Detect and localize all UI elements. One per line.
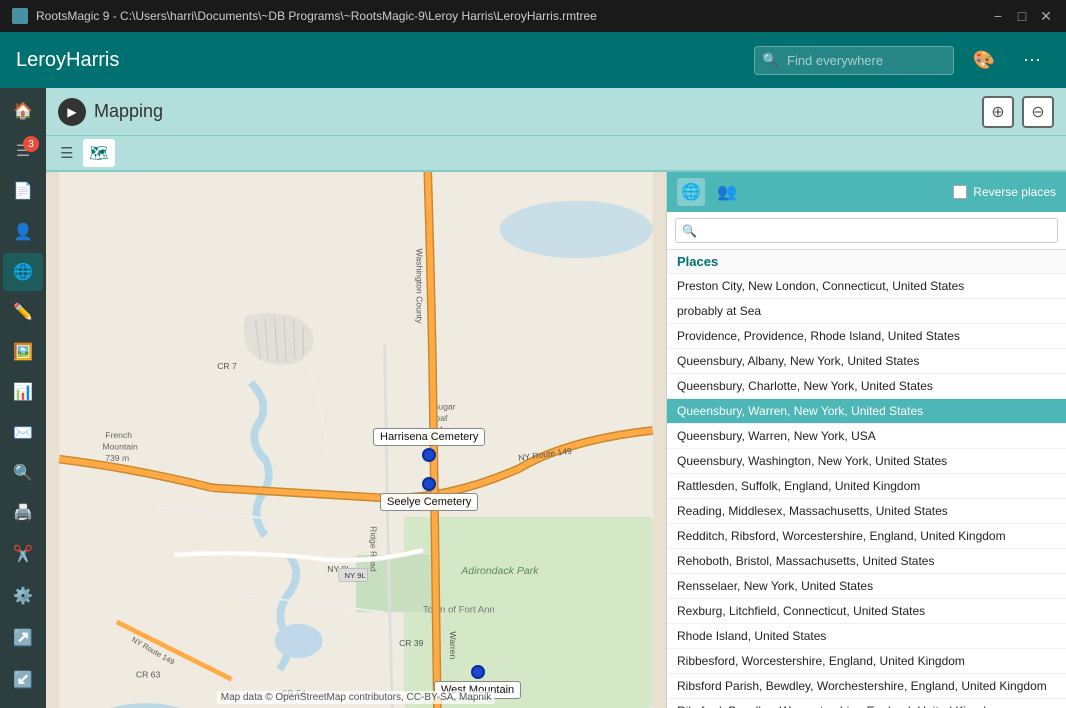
right-panel: 🌐 👥 Reverse places Places xyxy=(666,172,1066,708)
map-attribution: Map data © OpenStreetMap contributors, C… xyxy=(217,691,495,704)
place-item[interactable]: Ribsford, Bewdley, Worcestershire, Engla… xyxy=(667,699,1066,708)
reverse-places-label: Reverse places xyxy=(973,185,1056,199)
minimize-button[interactable]: − xyxy=(990,8,1006,24)
tab-list[interactable]: ☰ xyxy=(54,139,79,167)
sidebar-item-tools[interactable]: ✂️ xyxy=(3,534,43,574)
svg-text:NY 9L: NY 9L xyxy=(345,571,366,580)
svg-text:739 m: 739 m xyxy=(105,453,129,463)
title-bar: RootsMagic 9 - C:\Users\harri\Documents\… xyxy=(0,0,1066,32)
place-item[interactable]: Rensselaer, New York, United States xyxy=(667,574,1066,599)
zoom-in-button[interactable]: ⊕ xyxy=(982,96,1014,128)
place-item[interactable]: Queensbury, Warren, New York, USA xyxy=(667,424,1066,449)
place-item[interactable]: Queensbury, Washington, New York, United… xyxy=(667,449,1066,474)
color-wheel-button[interactable]: 🎨 xyxy=(966,42,1002,78)
list-badge: 3 xyxy=(23,136,39,152)
panel-search xyxy=(667,212,1066,250)
app-title: LeroyHarris xyxy=(16,49,119,72)
marker-harrisena-label: Harrisena Cemetery xyxy=(373,428,485,446)
sidebar-item-sync[interactable]: ↗️ xyxy=(3,618,43,658)
place-item[interactable]: Rattlesden, Suffolk, England, United Kin… xyxy=(667,474,1066,499)
app-icon xyxy=(12,8,28,24)
sidebar-item-search[interactable]: 🔍 xyxy=(3,454,43,492)
svg-text:CR 39: CR 39 xyxy=(399,638,424,648)
sidebar-item-publish[interactable]: ✉️ xyxy=(3,414,43,452)
marker-seelye-label: Seelye Cemetery xyxy=(380,493,478,511)
more-menu-button[interactable]: ⋯ xyxy=(1014,42,1050,78)
sidebar-item-globe[interactable]: 🌐 xyxy=(3,253,43,291)
place-item[interactable]: Providence, Providence, Rhode Island, Un… xyxy=(667,324,1066,349)
title-bar-controls: − □ ✕ xyxy=(990,8,1054,24)
sidebar-item-list[interactable]: ☰ 3 xyxy=(3,132,43,170)
svg-text:CR 63: CR 63 xyxy=(136,669,161,679)
sidebar-item-print[interactable]: 🖨️ xyxy=(3,494,43,532)
people-panel-button[interactable]: 👥 xyxy=(713,178,741,206)
mapping-title: Mapping xyxy=(94,101,163,122)
sidebar-item-document[interactable]: 📄 xyxy=(3,172,43,210)
place-item[interactable]: Ribbesford, Worcestershire, England, Uni… xyxy=(667,649,1066,674)
svg-text:Adirondack Park: Adirondack Park xyxy=(460,565,539,577)
tabs-row: ☰ 🗺 xyxy=(46,136,1066,172)
place-item[interactable]: Rehoboth, Bristol, Massachusetts, United… xyxy=(667,549,1066,574)
sidebar-item-settings[interactable]: ⚙️ xyxy=(3,576,43,616)
place-item[interactable]: Rexburg, Litchfield, Connecticut, United… xyxy=(667,599,1066,624)
place-item[interactable]: Queensbury, Albany, New York, United Sta… xyxy=(667,349,1066,374)
sidebar: 🏠 ☰ 3 📄 👤 🌐 ✏️ 🖼️ 📊 ✉️ 🔍 🖨️ ✂️ ⚙️ ↗️ ↙️ xyxy=(0,88,46,708)
search-icon: 🔍 xyxy=(762,52,778,68)
map-right-split: Adirondack Park Town of Fort Ann French … xyxy=(46,172,1066,708)
play-button[interactable]: ▶ xyxy=(58,98,86,126)
marker-harrisena[interactable]: Harrisena Cemetery xyxy=(373,428,485,462)
global-search-input[interactable] xyxy=(754,46,954,75)
content-area: ▶ Mapping ⊕ ⊖ ☰ 🗺 xyxy=(46,88,1066,708)
svg-text:Ridge Road: Ridge Road xyxy=(368,526,378,572)
mapping-header: ▶ Mapping ⊕ ⊖ xyxy=(46,88,1066,136)
map-canvas: Adirondack Park Town of Fort Ann French … xyxy=(46,172,666,708)
checkbox-box[interactable] xyxy=(953,185,967,199)
maximize-button[interactable]: □ xyxy=(1014,8,1030,24)
place-item[interactable]: probably at Sea xyxy=(667,299,1066,324)
sidebar-item-media[interactable]: 🖼️ xyxy=(3,333,43,371)
panel-search-wrapper xyxy=(675,218,1058,243)
close-button[interactable]: ✕ xyxy=(1038,8,1054,24)
place-item[interactable]: Ribsford Parish, Bewdley, Worchestershir… xyxy=(667,674,1066,699)
zoom-out-button[interactable]: ⊖ xyxy=(1022,96,1054,128)
marker-westmtn-dot xyxy=(471,665,485,679)
sidebar-item-person[interactable]: 👤 xyxy=(3,213,43,251)
marker-harrisena-dot xyxy=(422,448,436,462)
place-item[interactable]: Reading, Middlesex, Massachusetts, Unite… xyxy=(667,499,1066,524)
marker-seelye-dot xyxy=(422,477,436,491)
place-item[interactable]: Rhode Island, United States xyxy=(667,624,1066,649)
app-header: LeroyHarris 🔍 🎨 ⋯ xyxy=(0,32,1066,88)
svg-text:Washington County: Washington County xyxy=(414,249,424,325)
svg-text:French: French xyxy=(105,430,132,440)
mapping-header-left: ▶ Mapping xyxy=(58,98,163,126)
title-bar-left: RootsMagic 9 - C:\Users\harri\Documents\… xyxy=(12,8,597,24)
places-list[interactable]: Preston City, New London, Connecticut, U… xyxy=(667,274,1066,708)
svg-text:Warren: Warren xyxy=(448,631,458,659)
right-panel-header: 🌐 👥 Reverse places xyxy=(667,172,1066,212)
tab-map[interactable]: 🗺 xyxy=(83,139,114,167)
place-item[interactable]: Redditch, Ribsford, Worcestershire, Engl… xyxy=(667,524,1066,549)
sidebar-item-import[interactable]: ↙️ xyxy=(3,660,43,700)
main-layout: 🏠 ☰ 3 📄 👤 🌐 ✏️ 🖼️ 📊 ✉️ 🔍 🖨️ ✂️ ⚙️ ↗️ ↙️ … xyxy=(0,88,1066,708)
sidebar-item-home[interactable]: 🏠 xyxy=(3,92,43,130)
global-search-wrapper: 🔍 xyxy=(754,46,954,75)
sidebar-item-report[interactable]: 📊 xyxy=(3,373,43,411)
sidebar-item-edit[interactable]: ✏️ xyxy=(3,293,43,331)
places-search-input[interactable] xyxy=(675,218,1058,243)
header-right: 🔍 🎨 ⋯ xyxy=(754,42,1050,78)
place-item[interactable]: Queensbury, Warren, New York, United Sta… xyxy=(667,399,1066,424)
mapping-header-right: ⊕ ⊖ xyxy=(982,96,1054,128)
places-header: Places xyxy=(667,250,1066,274)
globe-panel-button[interactable]: 🌐 xyxy=(677,178,705,206)
marker-seelye[interactable]: Seelye Cemetery xyxy=(380,477,478,511)
place-item[interactable]: Preston City, New London, Connecticut, U… xyxy=(667,274,1066,299)
map-area[interactable]: Adirondack Park Town of Fort Ann French … xyxy=(46,172,666,708)
place-item[interactable]: Queensbury, Charlotte, New York, United … xyxy=(667,374,1066,399)
title-bar-text: RootsMagic 9 - C:\Users\harri\Documents\… xyxy=(36,9,597,23)
svg-text:Mountain: Mountain xyxy=(102,442,138,452)
sidebar-bottom: ✂️ ⚙️ ↗️ ↙️ xyxy=(3,534,43,708)
reverse-places-checkbox[interactable]: Reverse places xyxy=(953,185,1056,199)
svg-text:CR 7: CR 7 xyxy=(217,361,237,371)
